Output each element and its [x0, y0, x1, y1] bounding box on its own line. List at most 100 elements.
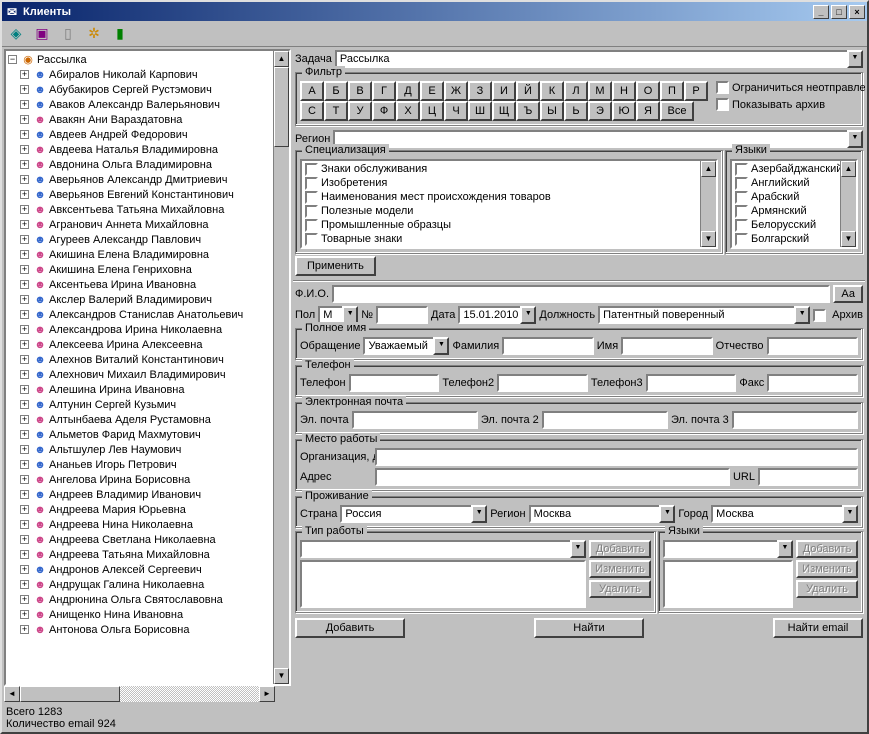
- tree-item-label[interactable]: Алехнович Михаил Владимирович: [49, 369, 226, 381]
- spec-vscroll[interactable]: ▲ ▼: [700, 161, 716, 247]
- expander-icon[interactable]: +: [20, 490, 29, 499]
- scroll-right-icon[interactable]: ►: [259, 686, 275, 702]
- expander-icon[interactable]: +: [20, 205, 29, 214]
- region-combo[interactable]: ▼: [333, 130, 863, 148]
- email2-input[interactable]: [542, 411, 668, 429]
- case-button[interactable]: Аа: [833, 285, 863, 303]
- archive2-checkbox[interactable]: [813, 309, 826, 322]
- tree-item[interactable]: +☻Анищенко Нина Ивановна: [8, 607, 287, 622]
- check-item[interactable]: Изобретения: [303, 176, 715, 190]
- expander-icon[interactable]: +: [20, 235, 29, 244]
- tree-item-label[interactable]: Ангелова Ирина Борисовна: [49, 474, 190, 486]
- checkbox[interactable]: [305, 191, 318, 204]
- expander-icon[interactable]: +: [20, 100, 29, 109]
- alpha-button-П[interactable]: П: [660, 81, 684, 101]
- alpha-button-М[interactable]: М: [588, 81, 612, 101]
- check-item[interactable]: Азербайджанский: [733, 162, 855, 176]
- page-icon[interactable]: ▯: [58, 24, 78, 44]
- alpha-button-К[interactable]: К: [540, 81, 564, 101]
- tree-item-label[interactable]: Авдонина Ольга Владимировна: [49, 159, 212, 171]
- phone1-input[interactable]: [349, 374, 440, 392]
- tree-item[interactable]: +☻Александрова Ирина Николаевна: [8, 322, 287, 337]
- chevron-down-icon[interactable]: ▼: [777, 540, 793, 558]
- num-input[interactable]: [376, 306, 428, 324]
- expander-icon[interactable]: +: [20, 430, 29, 439]
- tree-item-label[interactable]: Акишина Елена Владимировна: [49, 249, 209, 261]
- position-combo[interactable]: Патентный поверенный▼: [598, 306, 810, 324]
- check-item[interactable]: Арабский: [733, 190, 855, 204]
- email3-input[interactable]: [732, 411, 858, 429]
- expander-icon[interactable]: +: [20, 160, 29, 169]
- region2-combo[interactable]: Москва▼: [529, 505, 676, 523]
- wt-edit-button[interactable]: Изменить: [589, 560, 651, 578]
- chevron-down-icon[interactable]: ▼: [659, 505, 675, 523]
- tree-item-label[interactable]: Андреев Владимир Иванович: [49, 489, 201, 501]
- expander-icon[interactable]: +: [20, 130, 29, 139]
- tree-item-label[interactable]: Анищенко Нина Ивановна: [49, 609, 183, 621]
- tree-item-label[interactable]: Ананьев Игорь Петрович: [49, 459, 177, 471]
- alpha-button-Г[interactable]: Г: [372, 81, 396, 101]
- unsent-checkbox[interactable]: [716, 81, 729, 94]
- alpha-button-Т[interactable]: Т: [324, 101, 348, 121]
- tree-item-label[interactable]: Алтынбаева Аделя Рустамовна: [49, 414, 211, 426]
- check-item[interactable]: Английский: [733, 176, 855, 190]
- tree-item[interactable]: +☻Аваков Александр Валерьянович: [8, 97, 287, 112]
- expander-icon[interactable]: +: [20, 580, 29, 589]
- tree-item[interactable]: +☻Агранович Аннета Михайловна: [8, 217, 287, 232]
- scroll-up-icon[interactable]: ▲: [841, 161, 856, 177]
- alpha-button-Щ[interactable]: Щ: [492, 101, 516, 121]
- alpha-button-Л[interactable]: Л: [564, 81, 588, 101]
- checkbox[interactable]: [305, 219, 318, 232]
- checkbox[interactable]: [735, 191, 748, 204]
- expander-icon[interactable]: +: [20, 475, 29, 484]
- alpha-button-Ч[interactable]: Ч: [444, 101, 468, 121]
- expander-icon[interactable]: +: [20, 385, 29, 394]
- tree-item[interactable]: +☻Альметов Фарид Махмутович: [8, 427, 287, 442]
- checkbox[interactable]: [735, 233, 748, 246]
- phone3-input[interactable]: [646, 374, 737, 392]
- chevron-down-icon[interactable]: ▼: [794, 306, 810, 324]
- alpha-button-А[interactable]: А: [300, 81, 324, 101]
- book-icon[interactable]: ◈: [6, 24, 26, 44]
- tree-item-label[interactable]: Аверьянов Александр Дмитриевич: [49, 174, 227, 186]
- expander-icon[interactable]: +: [20, 400, 29, 409]
- checkbox[interactable]: [305, 233, 318, 246]
- alpha-button-Б[interactable]: Б: [324, 81, 348, 101]
- lg-edit-button[interactable]: Изменить: [796, 560, 858, 578]
- find-button[interactable]: Найти: [534, 618, 644, 638]
- fax-input[interactable]: [767, 374, 858, 392]
- expander-icon[interactable]: +: [20, 280, 29, 289]
- tree-item-label[interactable]: Авдеев Андрей Федорович: [49, 129, 188, 141]
- expander-icon[interactable]: +: [20, 550, 29, 559]
- expander-icon[interactable]: +: [20, 250, 29, 259]
- tree-item[interactable]: +☻Андреева Светлана Николаевна: [8, 532, 287, 547]
- chevron-down-icon[interactable]: ▼: [471, 505, 487, 523]
- tree-item[interactable]: +☻Антонова Ольга Борисовна: [8, 622, 287, 637]
- checkbox[interactable]: [735, 205, 748, 218]
- url-input[interactable]: [758, 468, 858, 486]
- lg-add-button[interactable]: Добавить: [796, 540, 858, 558]
- expander-icon[interactable]: +: [20, 595, 29, 604]
- tree-item-label[interactable]: Андреева Татьяна Михайловна: [49, 549, 210, 561]
- scroll-left-icon[interactable]: ◄: [4, 686, 20, 702]
- tree-item[interactable]: +☻Ангелова Ирина Борисовна: [8, 472, 287, 487]
- check-item[interactable]: Знаки обслуживания: [303, 162, 715, 176]
- maximize-button[interactable]: □: [831, 5, 847, 19]
- phone2-input[interactable]: [497, 374, 588, 392]
- hscroll-thumb[interactable]: [20, 686, 120, 702]
- email1-input[interactable]: [352, 411, 478, 429]
- tree-item-label[interactable]: Андронов Алексей Сергеевич: [49, 564, 202, 576]
- tree-item-label[interactable]: Андреева Мария Юрьевна: [49, 504, 186, 516]
- tree-item[interactable]: +☻Андрюнина Ольга Святославовна: [8, 592, 287, 607]
- tree-item[interactable]: +☻Алехнов Виталий Константинович: [8, 352, 287, 367]
- expander-icon[interactable]: +: [20, 295, 29, 304]
- tree-item-label[interactable]: Андрущак Галина Николаевна: [49, 579, 204, 591]
- alpha-button-Ц[interactable]: Ц: [420, 101, 444, 121]
- lg-del-button[interactable]: Удалить: [796, 580, 858, 598]
- tree-item[interactable]: +☻Андреева Нина Николаевна: [8, 517, 287, 532]
- expander-icon[interactable]: +: [20, 460, 29, 469]
- wt-add-button[interactable]: Добавить: [589, 540, 651, 558]
- tree-item[interactable]: +☻Андреева Мария Юрьевна: [8, 502, 287, 517]
- box-icon[interactable]: ▣: [32, 24, 52, 44]
- tree-item[interactable]: +☻Авдеев Андрей Федорович: [8, 127, 287, 142]
